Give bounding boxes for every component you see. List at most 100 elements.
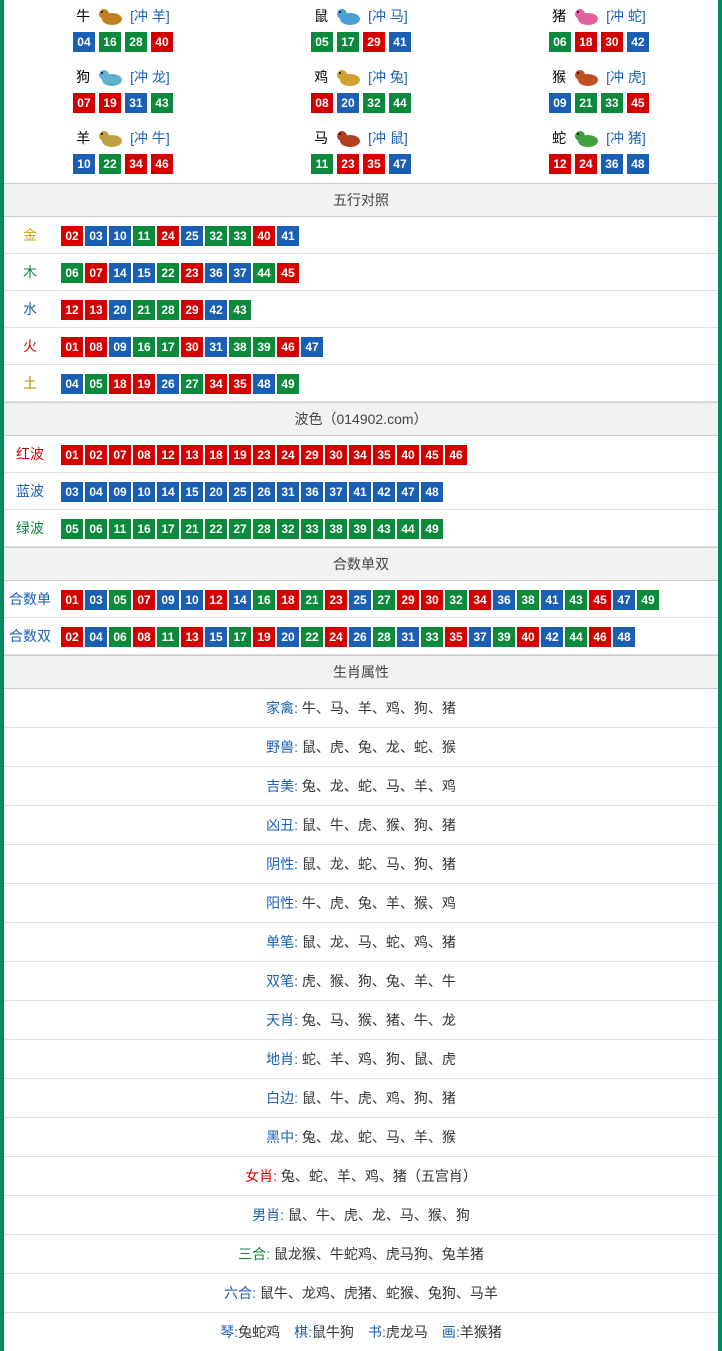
number-ball: 28 [253,519,275,539]
number-ball: 16 [253,590,275,610]
attr-label: 家禽: [266,700,298,716]
row-label: 木 [4,254,56,291]
number-ball: 46 [445,445,467,465]
number-ball: 39 [349,519,371,539]
table-row: 合数双0204060811131517192022242628313335373… [4,618,718,655]
attr-row: 地肖: 蛇、羊、鸡、狗、鼠、虎 [4,1040,718,1079]
number-ball: 36 [205,263,227,283]
row-nums: 04051819262734354849 [56,365,718,402]
number-ball: 25 [229,482,251,502]
zodiac-name: 马 [314,128,328,148]
number-ball: 32 [363,93,385,113]
table-row: 蓝波03040910141520252631363741424748 [4,473,718,510]
number-ball: 08 [311,93,333,113]
number-ball: 29 [181,300,203,320]
number-ball: 40 [151,32,173,52]
zodiac-nums: 11233547 [242,153,480,175]
row-nums: 1213202128294243 [56,291,718,328]
number-ball: 41 [277,226,299,246]
attr-row: 单笔: 鼠、龙、马、蛇、鸡、猪 [4,923,718,962]
number-ball: 32 [205,226,227,246]
number-ball: 49 [637,590,659,610]
attr-row: 凶丑: 鼠、牛、虎、猴、狗、猪 [4,806,718,845]
number-ball: 23 [325,590,347,610]
number-ball: 21 [133,300,155,320]
attr-value: 鼠、牛、虎、鸡、狗、猪 [302,1090,456,1106]
number-ball: 35 [363,154,385,174]
number-ball: 03 [61,482,83,502]
number-ball: 07 [109,445,131,465]
zodiac-nums: 09213345 [480,92,718,114]
number-ball: 22 [157,263,179,283]
zodiac-icon [330,126,366,150]
number-ball: 47 [389,154,411,174]
number-ball: 44 [389,93,411,113]
number-ball: 45 [277,263,299,283]
number-ball: 32 [277,519,299,539]
number-ball: 34 [205,374,227,394]
attr-value: 牛、马、羊、鸡、狗、猪 [302,700,456,716]
number-ball: 26 [349,627,371,647]
table-row: 木06071415222336374445 [4,254,718,291]
heshu-table: 合数单0103050709101214161821232527293032343… [4,581,718,655]
number-ball: 37 [325,482,347,502]
attr-value: 兔、龙、蛇、马、羊、猴 [302,1129,456,1145]
zodiac-name: 蛇 [552,128,566,148]
attr-value: 牛、虎、兔、羊、猴、鸡 [302,895,456,911]
zodiac-top: 牛[冲 羊] [4,4,242,28]
row-label: 合数双 [4,618,56,655]
number-ball: 28 [157,300,179,320]
number-ball: 07 [133,590,155,610]
number-ball: 19 [229,445,251,465]
number-ball: 48 [613,627,635,647]
number-ball: 11 [133,226,155,246]
number-ball: 30 [421,590,443,610]
table-row: 绿波05061116172122272832333839434449 [4,510,718,547]
bottom-value: 兔蛇鸡 [238,1324,280,1340]
row-nums: 05061116172122272832333839434449 [56,510,718,547]
number-ball: 06 [61,263,83,283]
number-ball: 40 [517,627,539,647]
number-ball: 27 [373,590,395,610]
number-ball: 15 [133,263,155,283]
zodiac-name: 鼠 [314,6,328,26]
number-ball: 43 [229,300,251,320]
number-ball: 31 [277,482,299,502]
number-ball: 32 [445,590,467,610]
number-ball: 25 [349,590,371,610]
section-header-heshu: 合数单双 [4,547,718,581]
number-ball: 12 [205,590,227,610]
number-ball: 17 [229,627,251,647]
number-ball: 18 [575,32,597,52]
number-ball: 05 [311,32,333,52]
zodiac-cell: 牛[冲 羊]04162840 [4,0,242,61]
number-ball: 23 [253,445,275,465]
row-nums: 03040910141520252631363741424748 [56,473,718,510]
attr-row: 阳性: 牛、虎、兔、羊、猴、鸡 [4,884,718,923]
number-ball: 12 [61,300,83,320]
number-ball: 21 [301,590,323,610]
number-ball: 05 [109,590,131,610]
number-ball: 20 [277,627,299,647]
number-ball: 24 [277,445,299,465]
attr-value: 鼠、虎、兔、龙、蛇、猴 [302,739,456,755]
number-ball: 15 [181,482,203,502]
attr-value: 鼠、龙、蛇、马、狗、猪 [302,856,456,872]
number-ball: 34 [469,590,491,610]
bose-table: 红波0102070812131819232429303435404546蓝波03… [4,436,718,547]
zodiac-icon [92,65,128,89]
bottom-row: 琴:兔蛇鸡 棋:鼠牛狗 书:虎龙马 画:羊猴猪 [4,1313,718,1351]
number-ball: 18 [277,590,299,610]
zodiac-nums: 10223446 [4,153,242,175]
number-ball: 20 [337,93,359,113]
number-ball: 04 [73,32,95,52]
number-ball: 16 [133,337,155,357]
number-ball: 04 [85,482,107,502]
zodiac-top: 猪[冲 蛇] [480,4,718,28]
attr-value: 鼠龙猴、牛蛇鸡、虎马狗、兔羊猪 [274,1246,484,1262]
number-ball: 13 [85,300,107,320]
table-row: 合数单0103050709101214161821232527293032343… [4,581,718,618]
number-ball: 38 [517,590,539,610]
number-ball: 15 [205,627,227,647]
number-ball: 27 [229,519,251,539]
